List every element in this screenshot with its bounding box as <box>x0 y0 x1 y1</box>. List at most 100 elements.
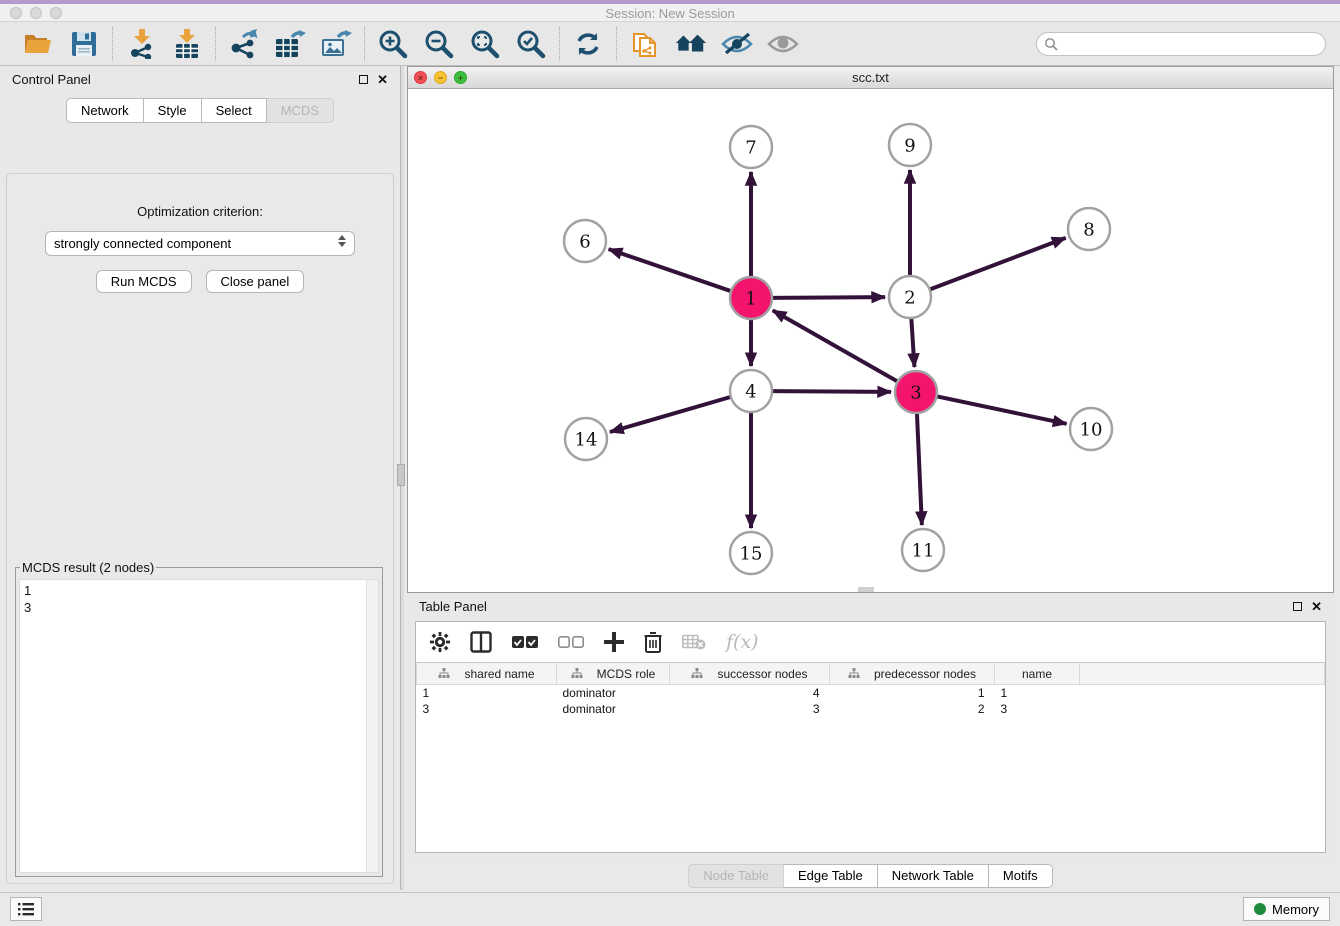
control-panel-tabs: NetworkStyleSelectMCDS <box>0 98 400 123</box>
zoom-in-icon[interactable] <box>377 28 409 60</box>
node-label-14: 14 <box>575 429 598 450</box>
delete-table-icon[interactable] <box>682 634 706 650</box>
open-session-icon[interactable] <box>22 28 54 60</box>
panel-splitter[interactable] <box>400 66 404 890</box>
node-label-15: 15 <box>740 543 763 564</box>
column-header-name[interactable]: name <box>995 663 1080 685</box>
edge-3-1[interactable] <box>773 310 898 381</box>
new-network-icon[interactable] <box>228 28 260 60</box>
optimization-criterion-dropdown[interactable]: strongly connected component <box>45 231 355 256</box>
zoom-fit-icon[interactable] <box>469 28 501 60</box>
search-input[interactable] <box>1036 32 1326 56</box>
edge-2-8[interactable] <box>930 238 1066 290</box>
mcds-panel: Optimization criterion: strongly connect… <box>6 173 394 884</box>
table-toolbar: f(x) <box>416 622 1325 662</box>
column-header-predecessor-nodes[interactable]: predecessor nodes <box>830 663 995 685</box>
tab-network-table[interactable]: Network Table <box>878 864 989 888</box>
mcds-result-fieldset: MCDS result (2 nodes) 13 <box>15 560 383 877</box>
table-panel: Table Panel ✕ <box>407 593 1334 857</box>
home-layout-icon[interactable] <box>675 28 707 60</box>
splitter-handle[interactable] <box>397 464 405 486</box>
network-view-window: × − + scc.txt 7968124314101511 <box>407 66 1334 593</box>
table-tabs: Node TableEdge TableNetwork TableMotifs <box>407 864 1334 888</box>
edge-2-3[interactable] <box>911 318 914 367</box>
node-label-9: 9 <box>904 135 915 156</box>
tab-network[interactable]: Network <box>66 98 144 123</box>
add-column-icon[interactable] <box>604 632 624 652</box>
node-label-1: 1 <box>745 288 756 309</box>
control-panel-title: Control Panel <box>12 72 91 87</box>
tab-style[interactable]: Style <box>144 98 202 123</box>
float-panel-icon[interactable] <box>359 75 368 84</box>
column-layout-icon[interactable] <box>470 631 492 653</box>
function-builder-icon[interactable]: f(x) <box>726 631 759 653</box>
close-panel-icon[interactable]: ✕ <box>377 73 388 86</box>
delete-column-icon[interactable] <box>644 632 662 653</box>
float-table-panel-icon[interactable] <box>1293 602 1302 611</box>
list-icon <box>18 903 34 916</box>
save-session-icon[interactable] <box>68 28 100 60</box>
column-header-successor-nodes[interactable]: successor nodes <box>670 663 830 685</box>
mcds-result-list[interactable]: 13 <box>19 579 379 873</box>
titlebar: Session: New Session <box>0 4 1340 22</box>
duplicate-network-icon[interactable] <box>629 28 661 60</box>
memory-label: Memory <box>1272 902 1319 917</box>
import-table-icon[interactable] <box>171 28 203 60</box>
refresh-layout-icon[interactable] <box>572 28 604 60</box>
canvas-scroll-nub[interactable] <box>858 587 874 592</box>
export-table-icon[interactable] <box>274 28 306 60</box>
tab-motifs[interactable]: Motifs <box>989 864 1053 888</box>
edge-1-2[interactable] <box>772 297 885 298</box>
table-row[interactable]: 3dominator323 <box>417 701 1325 717</box>
tab-mcds[interactable]: MCDS <box>267 98 334 123</box>
node-table: shared nameMCDS rolesuccessor nodesprede… <box>416 662 1325 717</box>
status-bar: Memory <box>0 892 1340 926</box>
tab-edge-table[interactable]: Edge Table <box>784 864 878 888</box>
edge-4-14[interactable] <box>610 397 731 432</box>
settings-gear-icon[interactable] <box>430 632 450 652</box>
tab-node-table[interactable]: Node Table <box>688 864 784 888</box>
node-label-7: 7 <box>745 137 756 158</box>
search-icon <box>1044 37 1058 56</box>
edge-4-3[interactable] <box>772 391 891 392</box>
optimization-criterion-label: Optimization criterion: <box>7 204 393 219</box>
select-all-checks-icon[interactable] <box>512 636 538 649</box>
task-history-button[interactable] <box>10 897 42 921</box>
table-panel-title: Table Panel <box>419 599 487 614</box>
column-header-shared-name[interactable]: shared name <box>417 663 557 685</box>
network-graph[interactable]: 7968124314101511 <box>408 89 1333 592</box>
network-canvas[interactable]: 7968124314101511 <box>408 89 1333 592</box>
edge-3-11[interactable] <box>917 413 922 525</box>
hide-selected-icon[interactable] <box>721 28 753 60</box>
run-mcds-button[interactable]: Run MCDS <box>96 270 192 293</box>
node-label-11: 11 <box>912 540 935 561</box>
chevron-up-down-icon <box>338 235 346 247</box>
control-panel: Control Panel ✕ NetworkStyleSelectMCDS O… <box>0 66 400 890</box>
edge-1-6[interactable] <box>609 249 731 291</box>
result-scrollbar[interactable] <box>366 580 378 872</box>
node-label-2: 2 <box>904 287 915 308</box>
network-window-titlebar[interactable]: × − + scc.txt <box>408 67 1333 89</box>
edge-3-10[interactable] <box>937 396 1067 423</box>
zoom-out-icon[interactable] <box>423 28 455 60</box>
main-toolbar <box>0 22 1340 66</box>
close-panel-button[interactable]: Close panel <box>206 270 305 293</box>
dropdown-value: strongly connected component <box>54 236 231 251</box>
deselect-all-checks-icon[interactable] <box>558 636 584 649</box>
memory-button[interactable]: Memory <box>1243 897 1330 921</box>
show-all-icon[interactable] <box>767 28 799 60</box>
table-row[interactable]: 1dominator411 <box>417 685 1325 701</box>
export-image-icon[interactable] <box>320 28 352 60</box>
node-label-6: 6 <box>579 231 590 252</box>
close-table-panel-icon[interactable]: ✕ <box>1311 600 1322 613</box>
import-network-icon[interactable] <box>125 28 157 60</box>
mcds-result-title: MCDS result (2 nodes) <box>20 560 156 575</box>
table-panel-body: f(x) shared nameMCDS rolesuccessor nodes… <box>415 621 1326 853</box>
network-window-title: scc.txt <box>408 70 1333 85</box>
node-label-4: 4 <box>745 381 756 402</box>
zoom-selected-icon[interactable] <box>515 28 547 60</box>
tab-select[interactable]: Select <box>202 98 267 123</box>
column-header-MCDS-role[interactable]: MCDS role <box>557 663 670 685</box>
node-label-8: 8 <box>1083 219 1094 240</box>
node-label-3: 3 <box>910 382 921 403</box>
